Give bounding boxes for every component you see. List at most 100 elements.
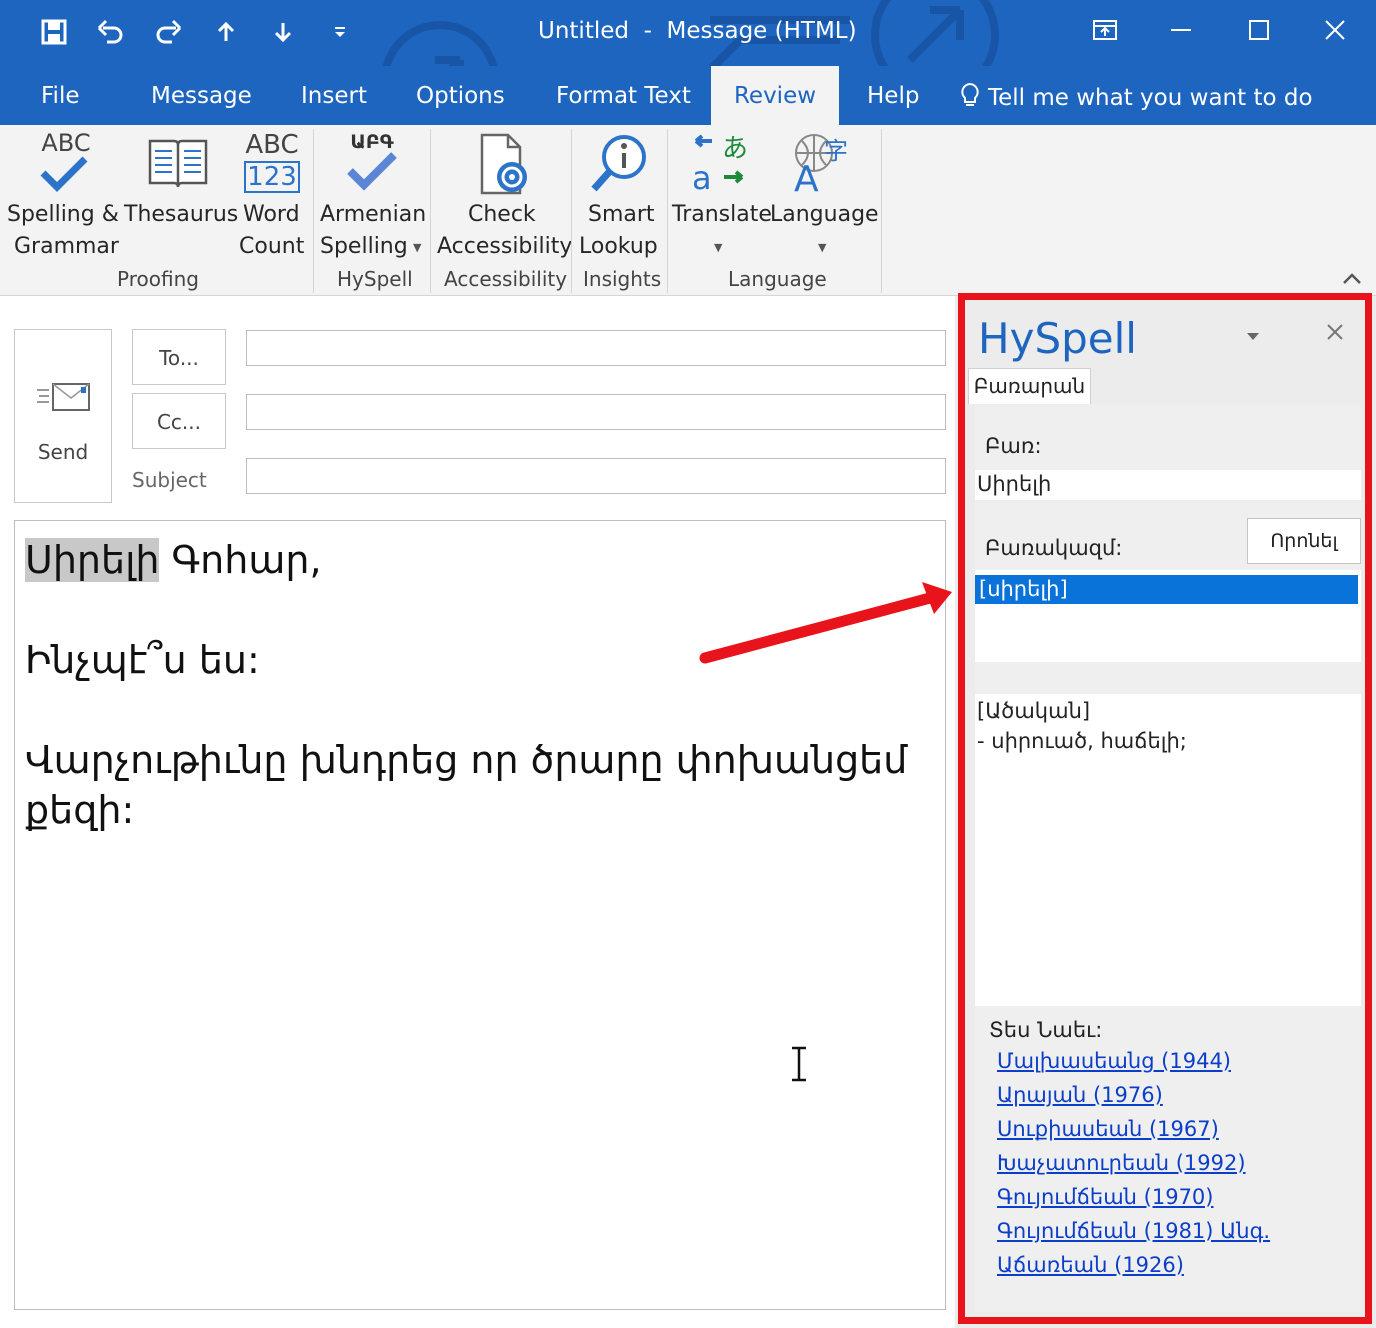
title-bar: Untitled - Message (HTML)	[0, 0, 1376, 66]
language-icon: A字	[792, 131, 854, 200]
see-also-label: Տես Նաեւ:	[989, 1018, 1103, 1042]
smart-lookup-icon	[588, 133, 650, 195]
pane-options-icon[interactable]	[1238, 320, 1268, 350]
tab-insert[interactable]: Insert	[301, 66, 367, 125]
tell-me-text: Tell me what you want to do	[988, 85, 1313, 111]
group-language: Language	[728, 267, 827, 291]
group-separator	[571, 129, 572, 293]
undo-icon[interactable]	[89, 10, 133, 54]
phrase-list-item[interactable]: [սիրելի]	[975, 575, 1358, 604]
word-count-icon: ABC 123	[244, 130, 300, 193]
close-icon[interactable]	[1312, 8, 1358, 52]
translate-label: Translate	[672, 202, 772, 227]
armenian-spelling-button[interactable]: ԱԲԳ Armenian Spelling ▼	[316, 125, 428, 265]
spelling-icon: ABC	[36, 129, 96, 199]
word-count-label-1: Word	[243, 202, 300, 227]
svg-text:あ: あ	[722, 134, 748, 164]
ribbon-tabs: File Message Insert Options Format Text …	[0, 66, 1376, 125]
thesaurus-button[interactable]: Thesaurus	[120, 125, 239, 265]
tab-file[interactable]: File	[41, 66, 80, 125]
see-also-link[interactable]: Աճառեան (1926)	[997, 1248, 1270, 1282]
body-line-2: Ինչպէ՞ս ես:	[25, 638, 260, 682]
group-proofing: Proofing	[117, 267, 199, 291]
group-separator	[313, 129, 314, 293]
customize-icon[interactable]	[318, 10, 362, 54]
definition-text: [Ածական] - սիրուած, հաճելի;	[977, 699, 1187, 753]
up-icon[interactable]	[204, 10, 248, 54]
armenian-label-2: Spelling	[320, 234, 408, 259]
see-also-list: Մալխասեանց (1944) Արայան (1976) Սուքիասե…	[997, 1044, 1270, 1282]
tab-message[interactable]: Message	[151, 66, 252, 125]
find-button[interactable]: Որոնել	[1247, 518, 1361, 564]
pane-title: HySpell	[978, 314, 1137, 363]
to-field[interactable]	[246, 330, 946, 366]
pane-content: Բառ: Սիրելի Բառակազմ: Որոնել [սիրելի] [Ա…	[975, 404, 1361, 1312]
see-also-link[interactable]: Մալխասեանց (1944)	[997, 1044, 1270, 1078]
text-cursor-icon	[788, 1046, 810, 1082]
translate-icon: あa	[690, 133, 750, 197]
group-insights: Insights	[583, 267, 662, 291]
body-line-1: Սիրելի Գոհար,	[25, 535, 935, 585]
tab-review[interactable]: Review	[711, 66, 839, 125]
see-also-link[interactable]: Արայան (1976)	[997, 1078, 1270, 1112]
maximize-icon[interactable]	[1236, 8, 1282, 52]
tab-options[interactable]: Options	[416, 66, 505, 125]
check-accessibility-button[interactable]: Check Accessibility	[434, 125, 572, 265]
thesaurus-label: Thesaurus	[124, 202, 239, 227]
spelling-grammar-button[interactable]: ABC Spelling & Grammar	[2, 125, 126, 265]
smart-lookup-button[interactable]: Smart Lookup	[574, 125, 664, 265]
translate-button[interactable]: あa Translate ▼	[670, 125, 772, 265]
language-button[interactable]: A字 Language ▼	[766, 125, 879, 265]
tell-me-search[interactable]: Tell me what you want to do	[960, 66, 1313, 125]
word-count-button[interactable]: ABC 123 Word Count	[234, 125, 310, 265]
lightbulb-icon	[960, 69, 980, 133]
send-button[interactable]: Send	[14, 329, 112, 503]
see-also-link[interactable]: Խաչատուրեան (1992)	[997, 1146, 1270, 1180]
collapse-ribbon-icon[interactable]	[1340, 269, 1364, 289]
compose-area: Send To... Cc... Subject Սիրելի Գոհար, Ի…	[0, 296, 955, 1328]
spelling-label-2: Grammar	[14, 234, 119, 259]
review-ribbon: ABC Spelling & Grammar Thesaurus ABC 123…	[0, 125, 1376, 296]
tab-dictionary[interactable]: Բառարան	[968, 368, 1091, 404]
armenian-label-1: Armenian	[320, 202, 427, 227]
cc-button[interactable]: Cc...	[132, 393, 226, 449]
thesaurus-icon	[146, 135, 210, 191]
svg-text:A: A	[794, 159, 819, 193]
group-separator	[881, 129, 882, 293]
restore-ribbon-icon[interactable]	[1082, 8, 1128, 52]
chevron-down-icon: ▼	[714, 241, 723, 254]
pane-close-icon[interactable]	[1320, 320, 1350, 350]
minimize-icon[interactable]	[1158, 8, 1204, 52]
hyspell-pane: HySpell Բառարան Բառ: Սիրելի Բառակազմ: Որ…	[955, 296, 1376, 1328]
send-icon	[35, 380, 93, 420]
send-label: Send	[37, 440, 89, 464]
smart-lookup-label-2: Lookup	[579, 234, 658, 259]
group-separator	[667, 129, 668, 293]
highlighted-word: Սիրելի	[25, 538, 160, 582]
subject-label: Subject	[132, 468, 207, 492]
armenian-spelling-icon: ԱԲԳ	[340, 131, 404, 195]
cc-field[interactable]	[246, 394, 946, 430]
subject-field[interactable]	[246, 458, 946, 494]
down-icon[interactable]	[261, 10, 305, 54]
tab-format-text[interactable]: Format Text	[556, 66, 691, 125]
phrase-label: Բառակազմ:	[985, 536, 1123, 560]
separator-band	[975, 662, 1361, 694]
body-line-3: Վարչութիւնը խնդրեց որ ծրարը փոխանցեմ քեզ…	[25, 738, 908, 832]
see-also-link[interactable]: Գույումճեան (1970)	[997, 1180, 1270, 1214]
message-body[interactable]: Սիրելի Գոհար, Ինչպէ՞ս ես: Վարչութիւնը խն…	[14, 520, 946, 1310]
see-also-link[interactable]: Սուքիասեան (1967)	[997, 1112, 1270, 1146]
group-accessibility: Accessibility	[444, 267, 568, 291]
chevron-down-icon: ▼	[413, 241, 422, 254]
redo-icon[interactable]	[146, 10, 190, 54]
word-value[interactable]: Սիրելի	[977, 472, 1051, 496]
save-icon[interactable]	[32, 10, 76, 54]
tab-help[interactable]: Help	[867, 66, 919, 125]
accessibility-icon	[478, 133, 534, 197]
word-count-label-2: Count	[239, 234, 305, 259]
group-separator	[430, 129, 431, 293]
word-label: Բառ:	[985, 434, 1042, 458]
see-also-link[interactable]: Գույումճեան (1981) Անգ.	[997, 1214, 1270, 1248]
to-button[interactable]: To...	[132, 329, 226, 385]
group-hyspell: HySpell	[337, 267, 413, 291]
